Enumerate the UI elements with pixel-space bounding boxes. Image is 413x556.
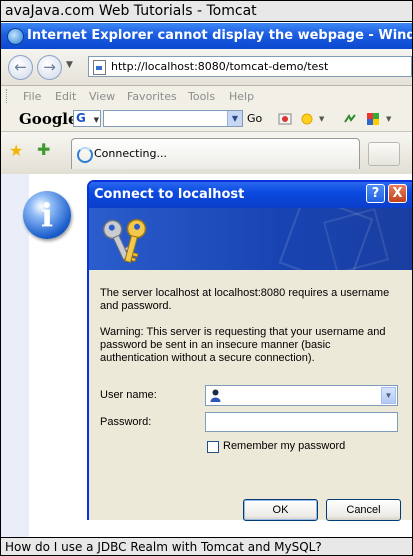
info-icon: i <box>23 191 71 239</box>
window-title: Internet Explorer cannot display the web… <box>27 28 412 43</box>
left-strip <box>1 174 29 537</box>
new-tab-button[interactable] <box>368 142 400 166</box>
remember-password-label[interactable]: Remember my password <box>223 440 345 452</box>
dialog-body: The server localhost at localhost:8080 r… <box>89 270 412 521</box>
forward-button[interactable]: → <box>37 55 62 80</box>
help-button[interactable]: ? <box>366 184 385 203</box>
address-field[interactable]: http://localhost:8080/tomcat-demo/test <box>88 56 412 77</box>
chevron-down-icon[interactable]: ▼ <box>319 115 324 123</box>
tab-label: Connecting... <box>94 147 167 160</box>
chevron-down-icon: ▼ <box>93 116 99 124</box>
google-search-input[interactable]: ▼ <box>103 110 243 127</box>
cancel-button[interactable]: Cancel <box>326 499 401 521</box>
tab-bar: ★ ✚ Connecting... <box>1 132 412 175</box>
password-label: Password: <box>100 416 152 428</box>
page-caption: How do I use a JDBC Realm with Tomcat an… <box>1 537 412 555</box>
screenshot-frame: avaJava.com Web Tutorials - Tomcat Inter… <box>0 0 413 556</box>
site-header: avaJava.com Web Tutorials - Tomcat <box>1 1 412 22</box>
tab-connecting[interactable]: Connecting... <box>71 138 360 169</box>
menu-edit[interactable]: Edit <box>55 90 76 103</box>
back-button[interactable]: ← <box>8 55 33 80</box>
user-icon <box>210 389 221 402</box>
menu-tools[interactable]: Tools <box>188 90 215 103</box>
forward-arrow-icon: → <box>43 58 56 76</box>
dialog-title-bar: Connect to localhost ? X <box>89 182 412 208</box>
remember-password-checkbox[interactable] <box>207 441 219 453</box>
ok-button[interactable]: OK <box>243 499 318 521</box>
auth-message: The server localhost at localhost:8080 r… <box>100 287 390 312</box>
google-logo: Google <box>19 110 78 128</box>
bookmark-icon[interactable] <box>366 112 380 126</box>
dialog-title: Connect to localhost <box>94 187 245 202</box>
add-favorite-icon[interactable]: ✚ <box>37 140 50 159</box>
loading-icon <box>77 147 93 163</box>
address-url: http://localhost:8080/tomcat-demo/test <box>111 60 329 73</box>
chevron-down-icon[interactable]: ▼ <box>227 111 242 126</box>
google-toolbar: Google G ▼ ▼ Go ▼ ▼ <box>1 106 412 132</box>
history-dropdown-icon[interactable]: ▼ <box>66 60 73 70</box>
keys-icon <box>102 218 147 263</box>
menu-view[interactable]: View <box>89 90 115 103</box>
chevron-down-icon[interactable]: ▼ <box>386 115 391 123</box>
google-g-icon: G <box>76 111 86 125</box>
menu-bar: File Edit View Favorites Tools Help <box>1 86 412 106</box>
dialog-banner <box>89 208 412 270</box>
security-warning: Warning: This server is requesting that … <box>100 326 386 364</box>
chevron-down-icon[interactable]: ▼ <box>381 387 396 404</box>
toolbar-grip <box>6 89 10 103</box>
address-toolbar: ← → ▼ http://localhost:8080/tomcat-demo/… <box>1 49 412 86</box>
ie-title-bar: Internet Explorer cannot display the web… <box>1 23 412 49</box>
menu-file[interactable]: File <box>23 90 41 103</box>
google-go-button[interactable]: Go <box>247 112 262 125</box>
pagerank-icon[interactable] <box>278 112 292 126</box>
close-button[interactable]: X <box>388 184 407 203</box>
username-combobox[interactable]: ▼ <box>205 385 398 406</box>
sun-icon[interactable] <box>300 112 314 126</box>
google-menu-button[interactable]: G ▼ <box>73 110 101 127</box>
menu-help[interactable]: Help <box>229 90 254 103</box>
ie-logo-icon <box>7 28 24 45</box>
spellcheck-icon[interactable] <box>343 112 357 126</box>
page-icon <box>93 60 106 75</box>
password-input[interactable] <box>205 412 398 432</box>
menu-favorites[interactable]: Favorites <box>127 90 177 103</box>
login-dialog: Connect to localhost ? X The server loca… <box>87 180 412 521</box>
username-label: User name: <box>100 389 157 401</box>
back-arrow-icon: ← <box>14 58 27 76</box>
favorites-star-icon[interactable]: ★ <box>9 141 23 160</box>
